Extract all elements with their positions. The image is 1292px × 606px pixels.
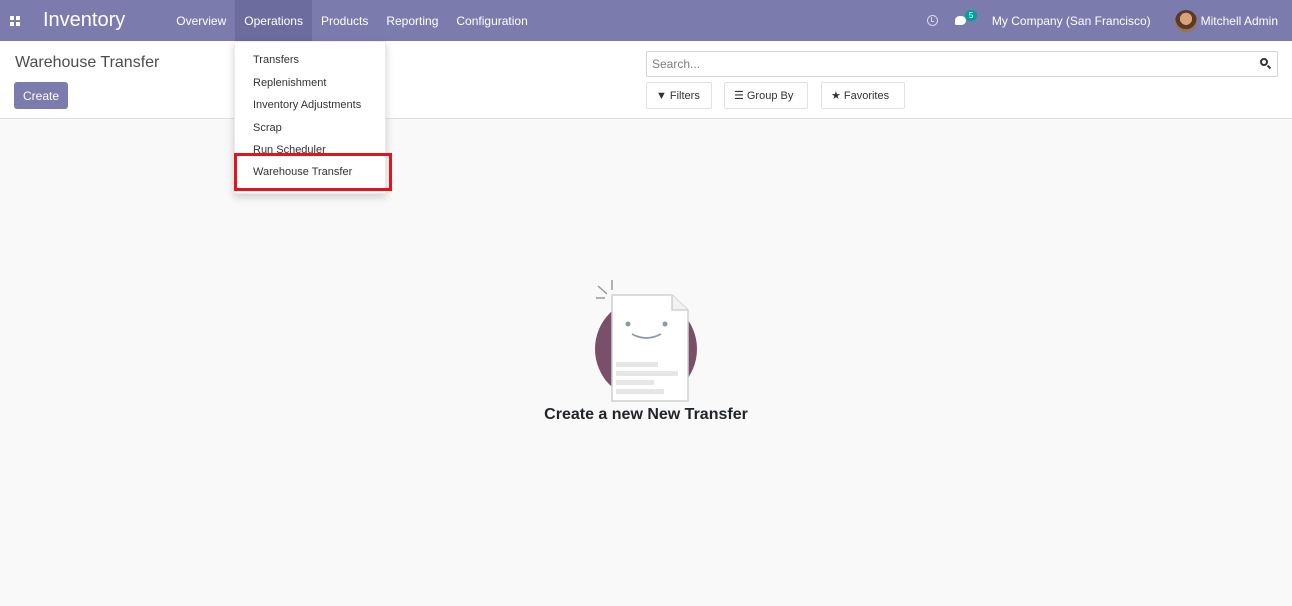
company-switcher[interactable]: My Company (San Francisco): [992, 14, 1151, 28]
control-panel: Warehouse Transfer Create ▼ Filters ☰ Gr…: [0, 41, 1292, 119]
dropdown-item-transfers[interactable]: Transfers: [235, 50, 387, 70]
dropdown-item-inventory-adjustments[interactable]: Inventory Adjustments: [235, 95, 387, 115]
chat-icon: [954, 16, 966, 25]
dropdown-item-run-scheduler[interactable]: Run Scheduler: [235, 140, 387, 160]
favorites-label: Favorites: [843, 89, 890, 102]
chat-badge: 5: [964, 10, 978, 21]
menu-overview[interactable]: Overview: [167, 0, 235, 41]
menu-operations[interactable]: Operations: [235, 0, 312, 41]
list-icon: ☰: [734, 90, 744, 102]
top-navbar: Inventory Overview Operations Products R…: [0, 0, 1292, 41]
operations-dropdown: Transfers Replenishment Inventory Adjust…: [234, 41, 386, 194]
favorites-button[interactable]: ★ Favorites: [821, 82, 905, 109]
page-title: Warehouse Transfer: [15, 54, 160, 71]
main-menu: Overview Operations Products Reporting C…: [167, 0, 537, 41]
filters-label: Filters: [669, 89, 700, 102]
menu-configuration[interactable]: Configuration: [447, 0, 536, 41]
star-icon: ★: [831, 90, 841, 102]
empty-state-message: Create a new New Transfer: [544, 406, 748, 423]
search-bar: [646, 51, 1278, 77]
search-input[interactable]: [647, 53, 1257, 75]
user-menu[interactable]: Mitchell Admin: [1174, 9, 1278, 32]
group-by-label: Group By: [746, 89, 794, 102]
app-title[interactable]: Inventory: [43, 9, 125, 32]
dropdown-item-warehouse-transfer[interactable]: Warehouse Transfer: [235, 162, 387, 182]
filters-button[interactable]: ▼ Filters: [646, 82, 712, 109]
menu-reporting[interactable]: Reporting: [377, 0, 447, 41]
messaging-menu[interactable]: 5: [954, 10, 978, 25]
create-button[interactable]: Create: [14, 82, 68, 109]
filter-icon: ▼: [656, 89, 667, 102]
search-icon[interactable]: [1257, 52, 1277, 76]
avatar: [1174, 9, 1197, 32]
group-by-button[interactable]: ☰ Group By: [724, 82, 808, 109]
menu-products[interactable]: Products: [312, 0, 377, 41]
dropdown-item-scrap[interactable]: Scrap: [235, 118, 387, 138]
dropdown-item-replenishment[interactable]: Replenishment: [235, 73, 387, 93]
clock-icon[interactable]: [926, 15, 938, 26]
user-name: Mitchell Admin: [1200, 13, 1278, 28]
navbar-systray: 5 My Company (San Francisco) Mitchell Ad…: [926, 0, 1292, 41]
apps-grid-icon[interactable]: [0, 0, 30, 41]
empty-document-illustration: [595, 280, 697, 402]
